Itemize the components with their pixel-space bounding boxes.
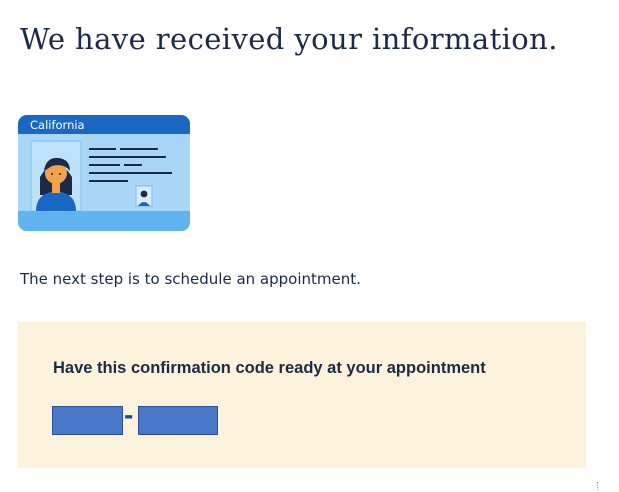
- next-step-text: The next step is to schedule an appointm…: [20, 270, 361, 288]
- redaction-block: [138, 406, 218, 435]
- confirmation-panel: Have this confirmation code ready at you…: [18, 322, 586, 468]
- code-separator: -: [124, 399, 134, 430]
- page-title: We have received your information.: [20, 22, 558, 56]
- small-photo-icon: [135, 185, 153, 207]
- id-card-graphic: California: [18, 115, 190, 231]
- divider: [597, 482, 599, 490]
- redaction-block: [52, 406, 123, 435]
- drivers-license-illustration: California: [18, 115, 190, 231]
- confirmation-code: -: [52, 398, 222, 435]
- id-card-state-label: California: [30, 118, 85, 132]
- confirmation-heading: Have this confirmation code ready at you…: [53, 359, 486, 377]
